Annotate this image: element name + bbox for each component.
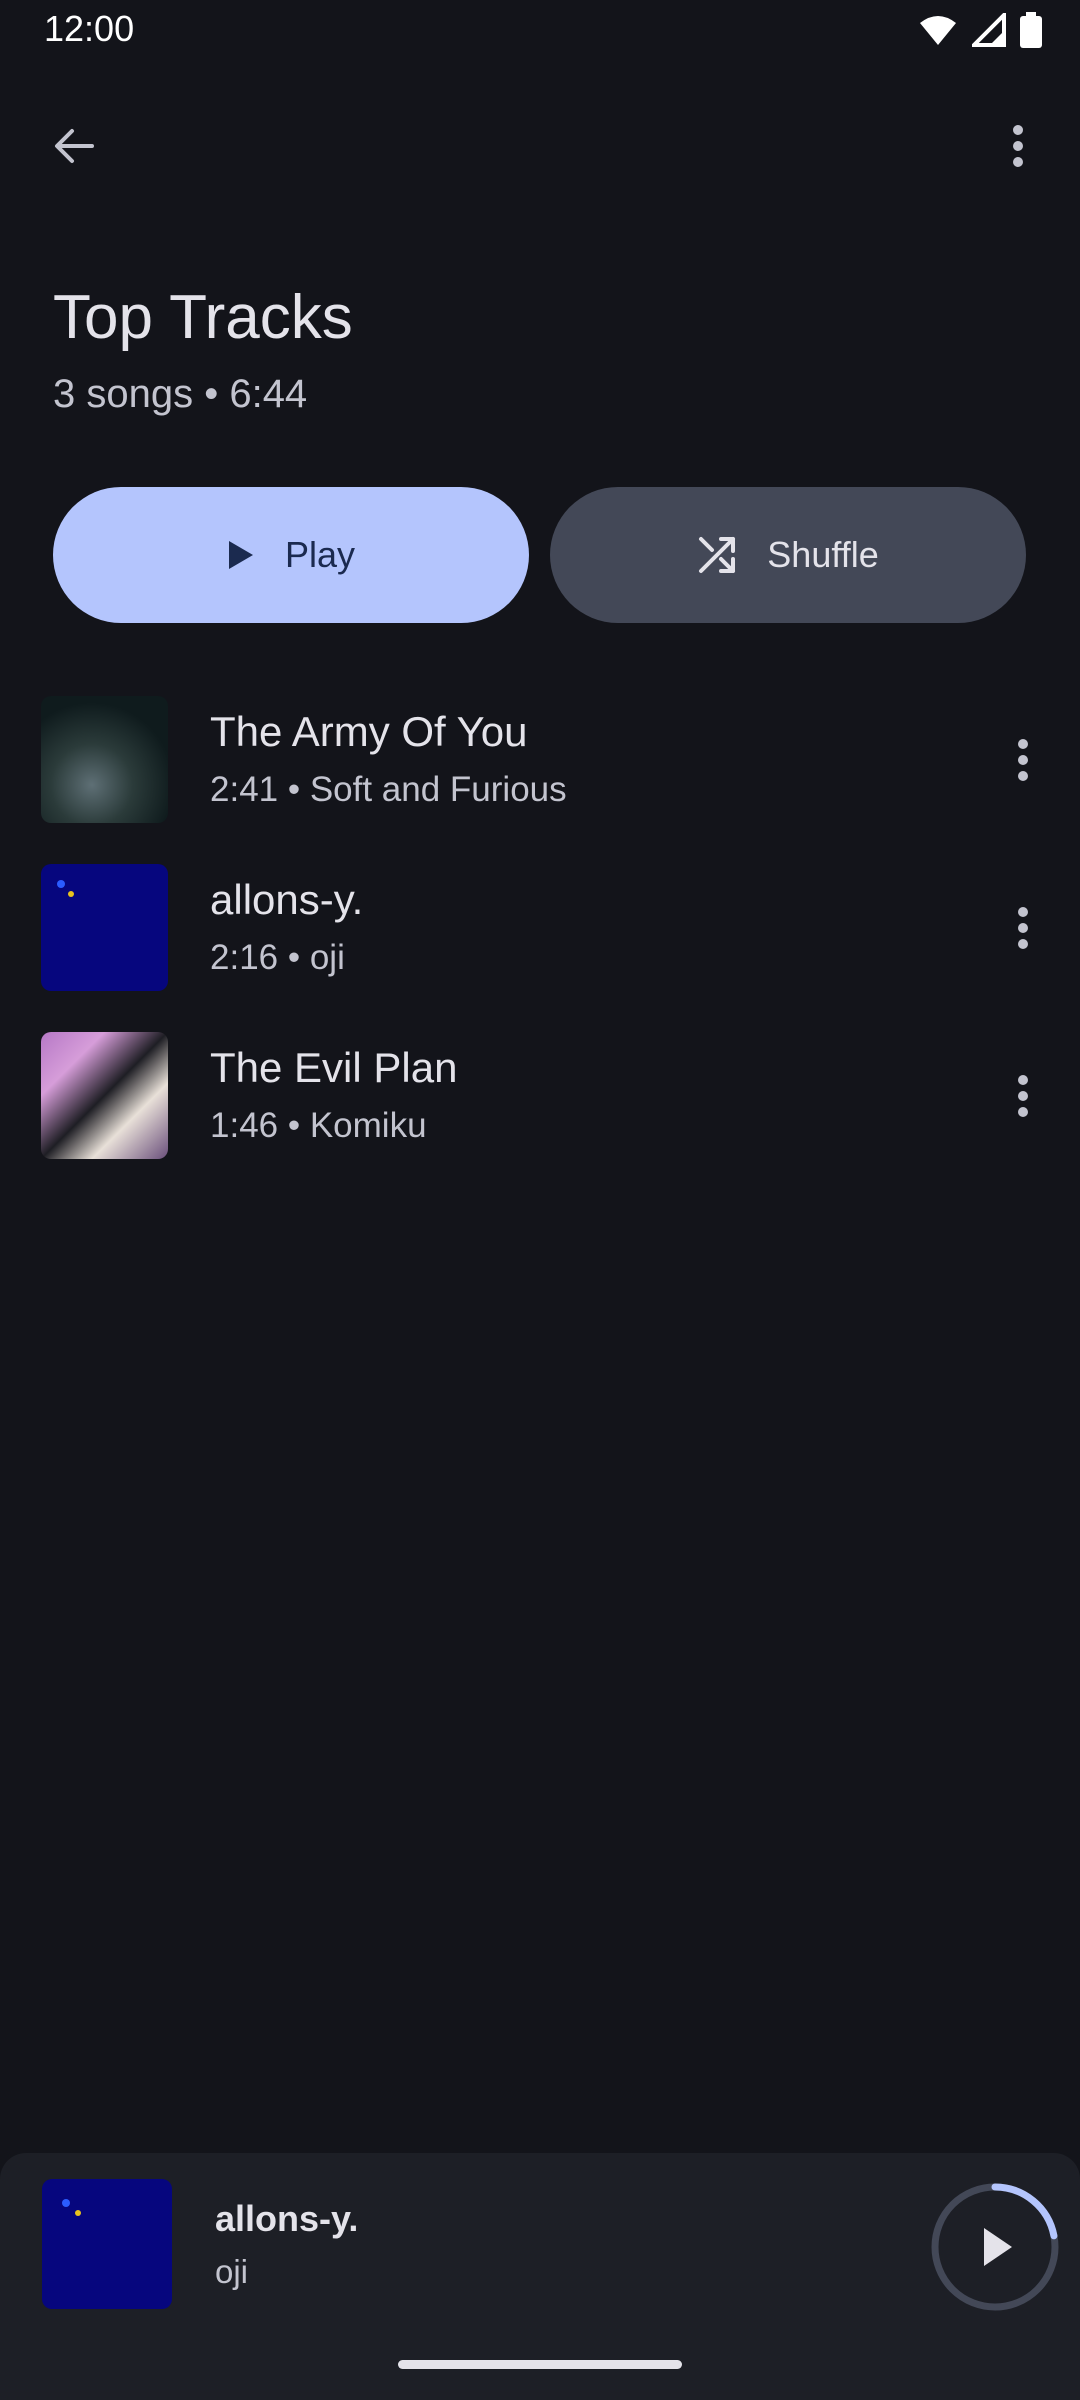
- track-meta: 2:16 • oji: [210, 938, 345, 977]
- gesture-nav-handle[interactable]: [398, 2360, 682, 2369]
- back-button[interactable]: [34, 106, 114, 186]
- play-icon: [228, 541, 253, 569]
- track-more-button[interactable]: [988, 888, 1058, 968]
- now-playing-art: [42, 2179, 172, 2309]
- now-playing-artist: oji: [215, 2253, 249, 2290]
- track-title: allons-y.: [210, 876, 364, 923]
- status-bar: 12:00: [0, 0, 1080, 62]
- track-item[interactable]: The Evil Plan 1:46 • Komiku: [0, 1026, 1080, 1194]
- more-options-button[interactable]: [978, 106, 1058, 186]
- now-playing-title: allons-y.: [215, 2198, 359, 2239]
- track-more-button[interactable]: [988, 720, 1058, 800]
- play-button-label: Play: [284, 534, 356, 575]
- shuffle-button-label: Shuffle: [767, 534, 879, 575]
- arrow-back-icon: [55, 129, 94, 163]
- more-vertical-icon: [1013, 125, 1023, 167]
- track-item[interactable]: allons-y. 2:16 • oji: [0, 858, 1080, 1026]
- track-title: The Army Of You: [210, 708, 528, 755]
- signal-icon: [972, 13, 1006, 47]
- status-time: 12:00: [44, 8, 135, 49]
- shuffle-button[interactable]: Shuffle: [550, 487, 1026, 623]
- album-art: [41, 696, 168, 823]
- track-title: The Evil Plan: [210, 1044, 458, 1091]
- wifi-icon: [920, 16, 956, 45]
- track-list: The Army Of You 2:41 • Soft and Furious …: [0, 690, 1080, 1194]
- album-art: [41, 864, 168, 991]
- track-more-button[interactable]: [988, 1056, 1058, 1136]
- page-subtitle: 3 songs • 6:44: [53, 372, 308, 416]
- page-title: Top Tracks: [53, 283, 353, 352]
- play-icon: [984, 2228, 1012, 2266]
- mini-play-button[interactable]: [928, 2180, 1062, 2314]
- play-button[interactable]: Play: [53, 487, 529, 623]
- status-icons: [918, 12, 1042, 48]
- battery-icon: [1020, 12, 1042, 48]
- track-meta: 1:46 • Komiku: [210, 1106, 427, 1145]
- more-vertical-icon: [1018, 739, 1028, 781]
- shuffle-icon: [699, 537, 736, 573]
- more-vertical-icon: [1018, 1075, 1028, 1117]
- track-meta: 2:41 • Soft and Furious: [210, 770, 567, 809]
- album-art: [41, 1032, 168, 1159]
- track-item[interactable]: The Army Of You 2:41 • Soft and Furious: [0, 690, 1080, 858]
- more-vertical-icon: [1018, 907, 1028, 949]
